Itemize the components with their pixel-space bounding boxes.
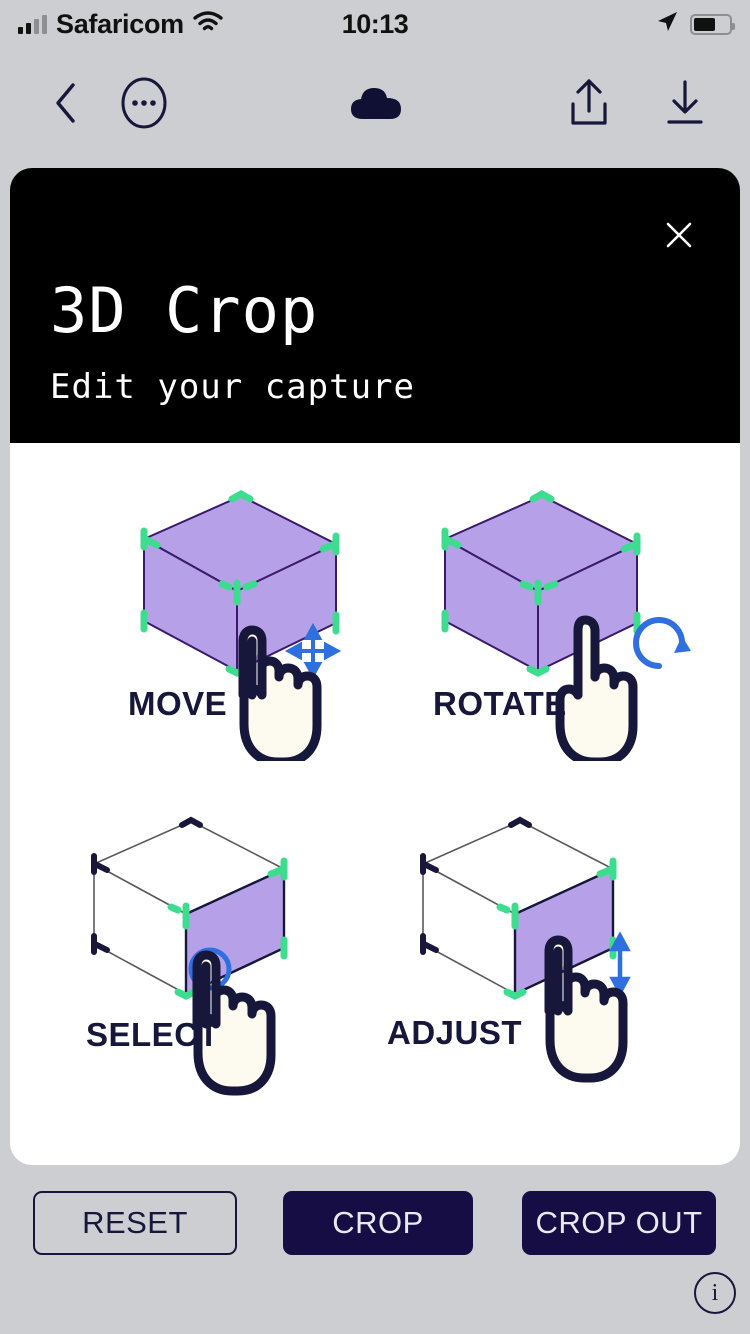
cloud-status-button[interactable]	[349, 83, 405, 127]
location-arrow-icon	[655, 10, 679, 39]
status-bar-right	[655, 10, 735, 39]
gesture-select[interactable]: SELECT	[26, 816, 375, 1151]
adjust-illustration	[420, 816, 631, 1083]
carrier-label: Safaricom	[56, 8, 184, 39]
reset-button[interactable]: RESET	[33, 1191, 237, 1255]
download-icon	[661, 78, 709, 133]
download-button[interactable]	[658, 78, 712, 133]
ellipsis-circle-icon	[119, 76, 169, 135]
gesture-label: ROTATE	[433, 685, 567, 722]
close-button[interactable]	[658, 216, 700, 258]
card-header: 3D Crop Edit your capture	[10, 168, 740, 443]
gesture-rotate[interactable]: ROTATE	[375, 481, 724, 816]
gesture-grid: MOVE ROTATE SELECT ADJUST	[10, 443, 740, 1165]
status-bar-left: Safaricom	[18, 9, 223, 40]
crop-button[interactable]: CROP	[283, 1191, 473, 1255]
page-subtitle: Edit your capture	[50, 367, 415, 407]
vertical-arrows-icon	[609, 931, 631, 997]
cloud-icon	[349, 83, 405, 128]
select-illustration	[91, 816, 288, 1096]
back-button[interactable]	[46, 82, 86, 129]
wifi-icon	[193, 10, 223, 38]
close-x-icon	[663, 219, 695, 256]
gesture-label: SELECT	[86, 1016, 220, 1053]
info-button[interactable]: i	[694, 1272, 736, 1314]
info-circle-icon: i	[711, 1279, 719, 1306]
page-title: 3D Crop	[50, 274, 319, 347]
more-options-button[interactable]	[118, 76, 170, 135]
app-toolbar	[0, 60, 750, 150]
battery-icon	[690, 13, 735, 35]
crop-out-button[interactable]: CROP OUT	[522, 1191, 716, 1255]
gesture-adjust[interactable]: ADJUST	[375, 816, 724, 1151]
share-button[interactable]	[562, 78, 616, 133]
app-screen: Safaricom 10:13 3D Crop Edit your captur…	[0, 0, 750, 1334]
status-bar: Safaricom 10:13	[0, 0, 750, 48]
chevron-left-icon	[53, 82, 79, 129]
action-bar: RESET CROP CROP OUT	[0, 1189, 750, 1257]
signal-bars-icon	[18, 14, 47, 34]
rotate-arrow-icon	[633, 617, 691, 669]
gesture-move[interactable]: MOVE	[26, 481, 375, 816]
tutorial-card: 3D Crop Edit your capture MOVE ROTATE SE…	[10, 168, 740, 1165]
share-upload-icon	[565, 78, 613, 133]
gesture-label: MOVE	[128, 685, 228, 722]
gesture-label: ADJUST	[387, 1014, 523, 1051]
